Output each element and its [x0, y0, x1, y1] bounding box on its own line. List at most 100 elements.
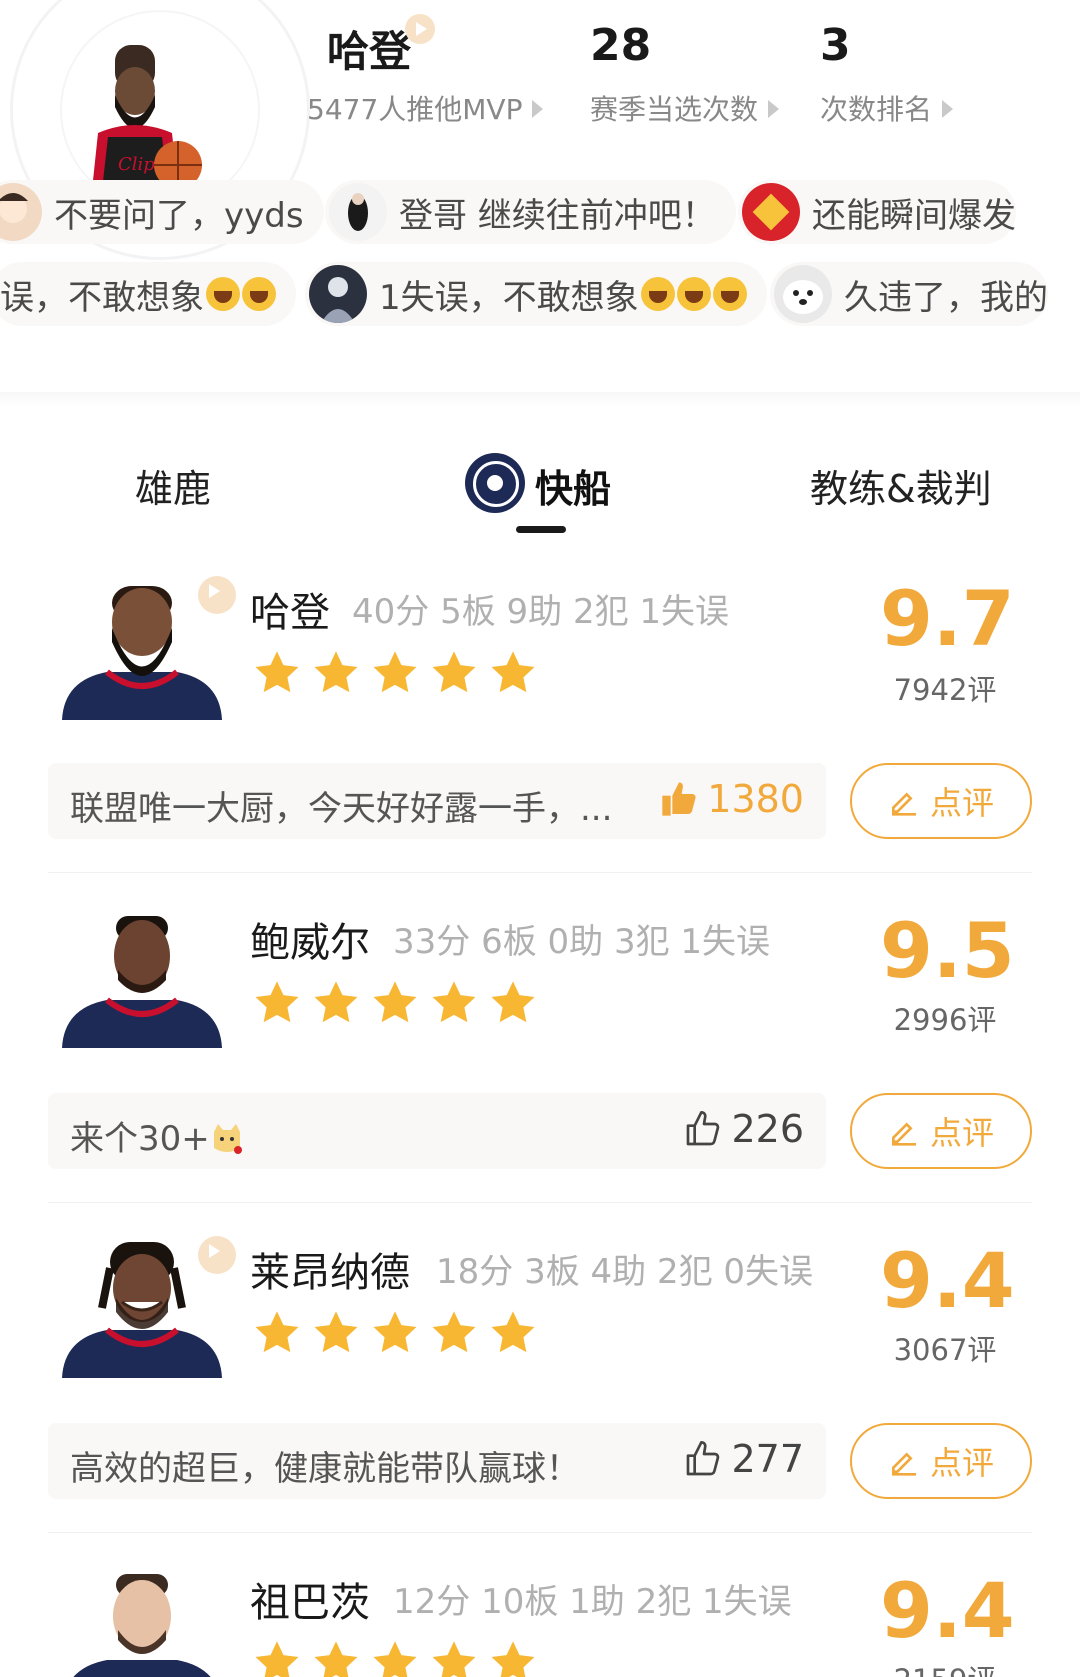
star-icon	[488, 648, 538, 698]
player-photo	[62, 916, 222, 1048]
review-button[interactable]: 点评	[850, 763, 1032, 839]
star-icon	[311, 978, 361, 1028]
comment-text: 来个30+	[70, 1111, 244, 1160]
player-stats: 33分 6板 0助 3犯 1失误	[393, 922, 771, 962]
like-button[interactable]: 277	[683, 1437, 804, 1481]
danmaku-bubble[interactable]: 不要问了，yyds	[0, 180, 324, 244]
player-row[interactable]: 祖巴茨 12分 10板 1助 2犯 1失误 9.4 2159评	[0, 1560, 1080, 1677]
laughing-emoji-icon	[242, 277, 276, 311]
user-avatar	[774, 265, 832, 323]
star-rating	[252, 1308, 538, 1358]
review-count: 2996评	[893, 1003, 997, 1037]
player-name[interactable]: 祖巴茨	[250, 1570, 370, 1628]
user-avatar	[309, 265, 367, 323]
play-icon[interactable]	[198, 576, 236, 614]
rank-link[interactable]: 次数排名	[820, 88, 954, 128]
thumbs-up-icon	[659, 779, 699, 819]
chevron-right-icon	[532, 100, 544, 118]
star-icon	[488, 978, 538, 1028]
pencil-icon	[888, 1115, 920, 1147]
danmaku-text: 误，不敢想象	[0, 277, 204, 318]
danmaku-text: 登哥 继续往前冲吧！	[399, 195, 716, 236]
danmaku-bubble[interactable]: 登哥 继续往前冲吧！	[325, 180, 736, 244]
user-avatar	[0, 183, 42, 241]
danmaku-bubble[interactable]: 久违了，我的	[770, 262, 1048, 326]
review-button[interactable]: 点评	[850, 1423, 1032, 1499]
laughing-emoji-icon	[676, 277, 711, 311]
player-score: 9.5	[880, 906, 1015, 995]
danmaku-bubble[interactable]: 还能瞬间爆发	[738, 180, 1016, 244]
thumbs-up-icon	[683, 1109, 723, 1149]
play-icon[interactable]	[198, 1236, 236, 1274]
top-comment[interactable]: 来个30+ 226	[48, 1093, 826, 1169]
season-picks-label: 赛季当选次数	[590, 93, 759, 126]
player-name[interactable]: 哈登	[250, 580, 330, 638]
danmaku-text: 1失误，不敢想象	[379, 277, 639, 318]
review-button-label: 点评	[929, 1444, 994, 1482]
player-stats: 12分 10板 1助 2犯 1失误	[393, 1582, 792, 1622]
star-icon	[488, 1308, 538, 1358]
star-icon	[429, 648, 479, 698]
danmaku-text: 不要问了，yyds	[54, 195, 304, 236]
mvp-header: Clip 哈登 5477人推他MVP 28 赛季当选次数 3 次数排名	[0, 0, 1080, 260]
season-picks-link[interactable]: 赛季当选次数	[590, 88, 780, 128]
chevron-right-icon	[768, 100, 780, 118]
player-stats: 40分 5板 9助 2犯 1失误	[352, 592, 730, 632]
player-row[interactable]: 哈登 40分 5板 9助 2犯 1失误 9.7 7942评 联盟唯一大厨，今天好…	[0, 570, 1080, 840]
like-count: 226	[731, 1107, 804, 1151]
svg-text:Clip: Clip	[118, 154, 155, 175]
danmaku-bubble[interactable]: 误，不敢想象	[0, 262, 296, 326]
player-score: 9.4	[880, 1566, 1015, 1655]
review-button[interactable]: 点评	[850, 1093, 1032, 1169]
danmaku-text: 还能瞬间爆发	[812, 195, 1016, 236]
tab-coaches-referees[interactable]: 教练&裁判	[810, 458, 992, 513]
star-rating	[252, 1638, 538, 1677]
star-icon	[311, 1308, 361, 1358]
mvp-player-avatar[interactable]: Clip	[60, 45, 210, 190]
row-divider	[48, 1532, 1032, 1533]
danmaku-text: 久违了，我的	[844, 277, 1048, 318]
thumbs-up-icon	[683, 1439, 723, 1479]
star-icon	[429, 1638, 479, 1677]
star-rating	[252, 978, 538, 1028]
player-name[interactable]: 莱昂纳德	[250, 1240, 410, 1298]
play-icon[interactable]	[405, 14, 435, 44]
rank-label: 次数排名	[820, 93, 933, 126]
review-button-label: 点评	[929, 1114, 994, 1152]
comment-text-content: 来个30+	[70, 1119, 210, 1159]
mvp-player-name[interactable]: 哈登	[327, 18, 411, 79]
player-row[interactable]: 莱昂纳德 18分 3板 4助 2犯 0失误 9.4 3067评 高效的超巨，健康…	[0, 1230, 1080, 1500]
player-name[interactable]: 鲍威尔	[250, 910, 370, 968]
user-avatar	[742, 183, 800, 241]
laughing-emoji-icon	[206, 277, 240, 311]
like-button[interactable]: 226	[683, 1107, 804, 1151]
star-icon	[370, 1308, 420, 1358]
player-stats: 18分 3板 4助 2犯 0失误	[436, 1252, 814, 1292]
tab-clippers[interactable]: 快船	[535, 458, 611, 513]
star-icon	[252, 648, 302, 698]
chevron-right-icon	[942, 100, 954, 118]
star-icon	[252, 978, 302, 1028]
pencil-icon	[888, 785, 920, 817]
star-rating	[252, 648, 538, 698]
like-count: 277	[731, 1437, 804, 1481]
mvp-vote-text: 5477人推他MVP	[307, 93, 523, 126]
danmaku-bubble[interactable]: 1失误，不敢想象	[305, 262, 767, 326]
star-icon	[370, 648, 420, 698]
player-score: 9.7	[880, 574, 1015, 663]
clippers-logo-icon	[465, 453, 525, 513]
player-row[interactable]: 鲍威尔 33分 6板 0助 3犯 1失误 9.5 2996评 来个30+ 226…	[0, 900, 1080, 1170]
top-comment[interactable]: 联盟唯一大厨，今天好好露一手，... 1380	[48, 763, 826, 839]
season-picks-value: 28	[590, 20, 652, 71]
like-button[interactable]: 1380	[659, 777, 804, 821]
tab-bucks[interactable]: 雄鹿	[135, 458, 211, 513]
star-icon	[311, 648, 361, 698]
mvp-vote-link[interactable]: 5477人推他MVP	[307, 88, 544, 128]
user-avatar	[329, 183, 387, 241]
star-icon	[370, 978, 420, 1028]
star-icon	[370, 1638, 420, 1677]
comment-text: 高效的超巨，健康就能带队赢球！	[70, 1449, 580, 1489]
pencil-icon	[888, 1445, 920, 1477]
top-comment[interactable]: 高效的超巨，健康就能带队赢球！ 277	[48, 1423, 826, 1499]
star-icon	[488, 1638, 538, 1677]
